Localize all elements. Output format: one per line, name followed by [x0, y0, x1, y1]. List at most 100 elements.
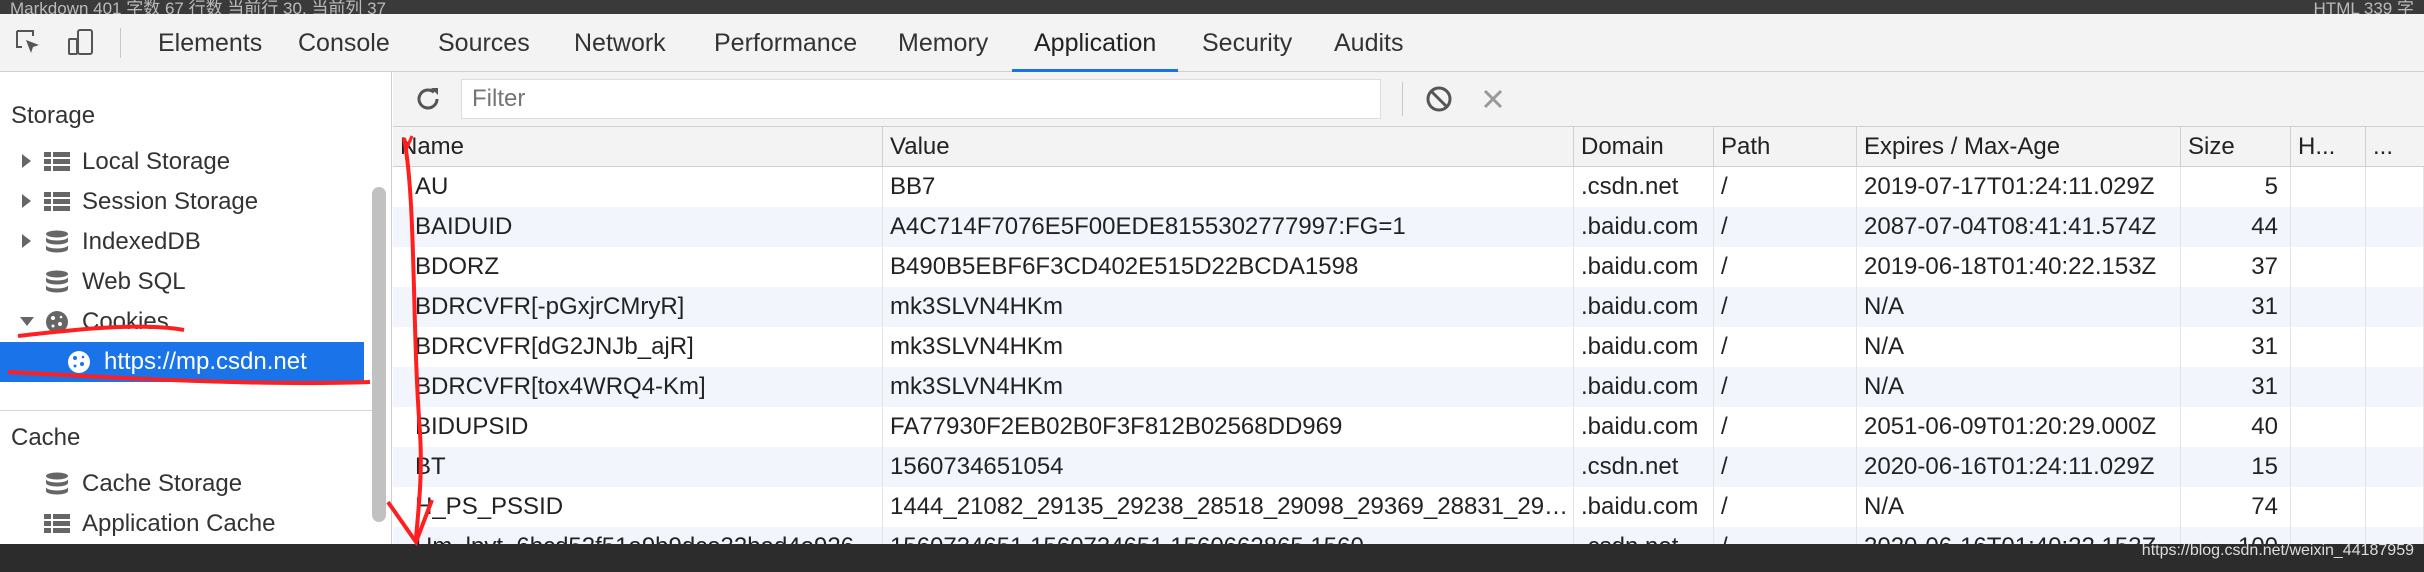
expand-arrow-icon[interactable] — [22, 154, 31, 168]
sidebar-item-label: Session Storage — [82, 188, 259, 215]
tab-performance[interactable]: Performance — [692, 14, 879, 72]
inspect-element-icon[interactable] — [14, 28, 44, 58]
expand-arrow-icon[interactable] — [22, 234, 31, 248]
column-header-size[interactable]: Size — [2181, 127, 2291, 167]
cell-domain: .baidu.com — [1574, 367, 1714, 407]
cell-value: FA77930F2EB02B0F3F812B02568DD969 — [883, 407, 1574, 447]
sidebar-item-label: Web SQL — [82, 268, 186, 295]
cell-size: 37 — [2181, 247, 2291, 287]
cell-path: / — [1714, 407, 1857, 447]
table-row[interactable]: BIDUPSID FA77930F2EB02B0F3F812B02568DD969… — [393, 407, 2424, 447]
tab-network[interactable]: Network — [552, 14, 688, 72]
sidebar-scrollbar[interactable] — [372, 187, 386, 522]
cell-expires: N/A — [1857, 287, 2181, 327]
grid-icon — [44, 190, 70, 214]
cell-expires: 2087-07-04T08:41:41.574Z — [1857, 207, 2181, 247]
cell-domain: .baidu.com — [1574, 287, 1714, 327]
database-icon — [44, 230, 70, 254]
column-header-domain[interactable]: Domain — [1574, 127, 1714, 167]
cell-value: mk3SLVN4HKm — [883, 287, 1574, 327]
tab-application[interactable]: Application — [1012, 14, 1179, 72]
sidebar-item-local-storage[interactable]: Local Storage — [0, 142, 364, 182]
table-row[interactable]: BDRCVFR[dG2JNJb_ajR] mk3SLVN4HKm .baidu.co… — [393, 327, 2424, 367]
cell-name: BDRCVFR[dG2JNJb_ajR] — [393, 327, 883, 367]
table-header: Name Value Domain Path Expires / Max-Age… — [393, 127, 2424, 167]
column-header-httponly[interactable]: H... — [2291, 127, 2366, 167]
cell-domain: .baidu.com — [1574, 207, 1714, 247]
cell-path: / — [1714, 207, 1857, 247]
tab-security[interactable]: Security — [1180, 14, 1314, 72]
cell-expires: 2019-07-17T01:24:11.029Z — [1857, 167, 2181, 207]
column-header-name[interactable]: Name — [393, 127, 883, 167]
tab-console[interactable]: Console — [276, 14, 412, 72]
grid-icon — [44, 512, 70, 536]
collapse-arrow-icon[interactable] — [20, 317, 34, 326]
cell-path: / — [1714, 287, 1857, 327]
sidebar-item-cache-storage[interactable]: Cache Storage — [0, 464, 364, 504]
sidebar-item-label: IndexedDB — [82, 228, 201, 255]
cell-empty — [2291, 487, 2366, 527]
database-icon — [44, 270, 70, 294]
sidebar-item-label: Local Storage — [82, 148, 231, 175]
tab-memory[interactable]: Memory — [876, 14, 1010, 72]
cell-name: AU — [393, 167, 883, 207]
cell-path: / — [1714, 487, 1857, 527]
column-header-expires[interactable]: Expires / Max-Age — [1857, 127, 2181, 167]
tab-audits[interactable]: Audits — [1312, 14, 1425, 72]
sidebar-item-label: Application Cache — [82, 510, 276, 537]
cell-value: mk3SLVN4HKm — [883, 367, 1574, 407]
sidebar-item-indexeddb[interactable]: IndexedDB — [0, 222, 364, 262]
cell-empty — [2366, 287, 2424, 327]
watermark-text: https://blog.csdn.net/weixin_44187959 — [2141, 542, 2414, 559]
sidebar-item-label: Cookies — [82, 308, 169, 335]
cookie-icon — [44, 310, 70, 334]
refresh-icon[interactable] — [413, 84, 443, 114]
expand-arrow-icon[interactable] — [22, 194, 31, 208]
sidebar-item-cookie-origin[interactable]: https://mp.csdn.net — [0, 342, 364, 382]
filter-input[interactable] — [461, 79, 1381, 119]
cell-empty — [2366, 167, 2424, 207]
database-icon — [44, 472, 70, 496]
cell-domain: .csdn.net — [1574, 167, 1714, 207]
tab-sources[interactable]: Sources — [416, 14, 552, 72]
sidebar-item-web-sql[interactable]: Web SQL — [0, 262, 364, 302]
column-header-value[interactable]: Value — [883, 127, 1574, 167]
cell-path: / — [1714, 167, 1857, 207]
title-bar: Markdown 401 字数 67 行数 当前行 30, 当前列 37 HTM… — [0, 0, 2424, 18]
column-header-more[interactable]: ... — [2366, 127, 2424, 167]
toolbar-separator — [1402, 82, 1403, 116]
cell-name: BIDUPSID — [393, 407, 883, 447]
device-toolbar-icon[interactable] — [66, 28, 96, 58]
tab-elements[interactable]: Elements — [136, 14, 284, 72]
table-row[interactable]: BAIDUID A4C714F7076E5F00EDE8155302777997:… — [393, 207, 2424, 247]
cell-value: 1560734651054 — [883, 447, 1574, 487]
cell-size: 44 — [2181, 207, 2291, 247]
sidebar-divider — [0, 410, 372, 411]
sidebar-item-session-storage[interactable]: Session Storage — [0, 182, 364, 222]
cell-size: 31 — [2181, 287, 2291, 327]
cell-domain: .csdn.net — [1574, 447, 1714, 487]
close-icon[interactable] — [1481, 87, 1505, 111]
cell-expires: 2051-06-09T01:20:29.000Z — [1857, 407, 2181, 447]
cell-empty — [2291, 167, 2366, 207]
sidebar-item-application-cache[interactable]: Application Cache — [0, 504, 364, 544]
table-row[interactable]: BDORZ B490B5EBF6F3CD402E515D22BCDA1598 .ba… — [393, 247, 2424, 287]
cell-size: 31 — [2181, 327, 2291, 367]
table-row[interactable]: BT 1560734651054 .csdn.net/2020-06-16T01:2… — [393, 447, 2424, 487]
table-row[interactable]: BDRCVFR[tox4WRQ4-Km] mk3SLVN4HKm .baidu.co… — [393, 367, 2424, 407]
sidebar-item-cookies[interactable]: Cookies — [0, 302, 364, 342]
cell-empty — [2291, 407, 2366, 447]
cell-size: 15 — [2181, 447, 2291, 487]
block-icon[interactable] — [1425, 85, 1453, 113]
cell-name: H_PS_PSSID — [393, 487, 883, 527]
cell-empty — [2366, 407, 2424, 447]
cell-path: / — [1714, 447, 1857, 487]
table-row[interactable]: H_PS_PSSID 1444_21082_29135_29238_28518_2… — [393, 487, 2424, 527]
cell-empty — [2291, 327, 2366, 367]
cell-empty — [2291, 207, 2366, 247]
column-header-path[interactable]: Path — [1714, 127, 1857, 167]
cell-empty — [2366, 447, 2424, 487]
table-row[interactable]: AU BB7 .csdn.net/2019-07-17T01:24:11.029Z 5 — [393, 167, 2424, 207]
table-row[interactable]: BDRCVFR[-pGxjrCMryR] mk3SLVN4HKm .baidu.co… — [393, 287, 2424, 327]
taskbar-strip — [0, 544, 2424, 572]
